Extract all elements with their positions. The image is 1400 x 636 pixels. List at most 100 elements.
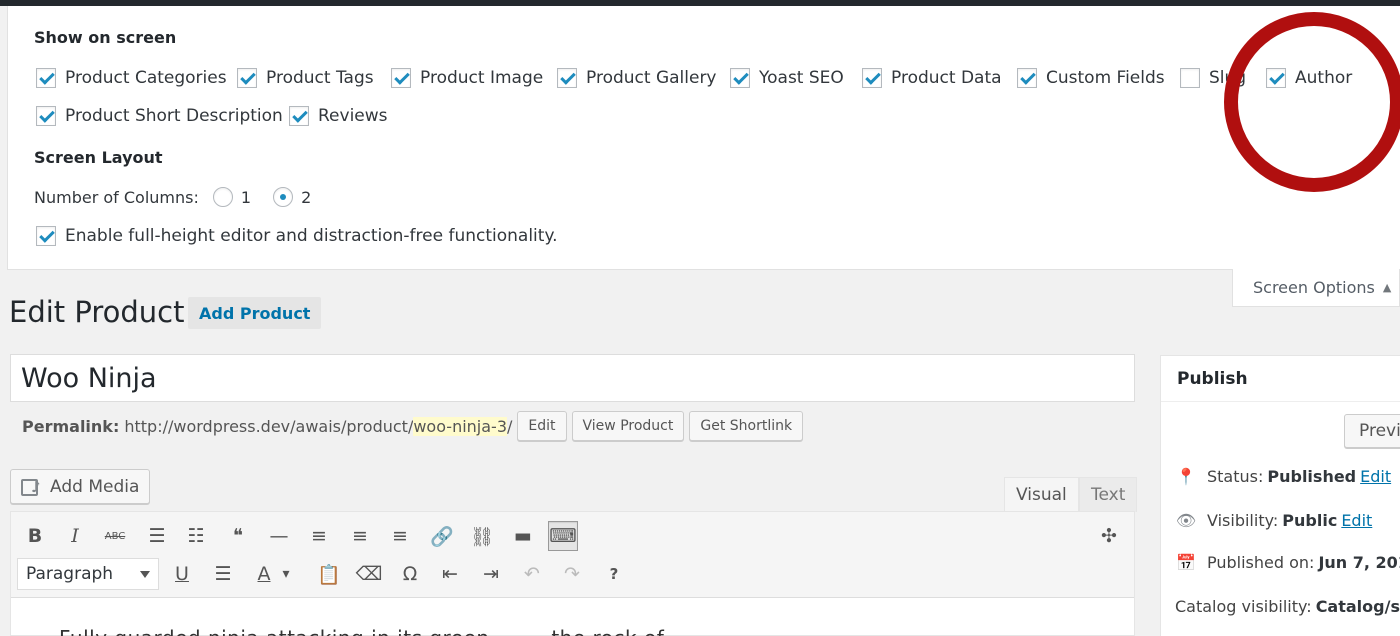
checkbox-label: Product Categories bbox=[65, 68, 227, 88]
numbered-list-icon[interactable]: ☷ bbox=[181, 521, 211, 551]
paste-text-icon[interactable]: 📋 bbox=[314, 559, 344, 589]
permalink-trailing: / bbox=[507, 416, 513, 436]
align-right-icon[interactable]: ≡ bbox=[385, 521, 415, 551]
bullet-list-icon[interactable]: ☰ bbox=[142, 521, 172, 551]
checkbox-product-short-description[interactable]: Product Short Description bbox=[36, 105, 283, 127]
checkbox-custom-fields[interactable]: Custom Fields bbox=[1017, 67, 1165, 89]
horizontal-line-icon[interactable]: — bbox=[264, 521, 294, 551]
align-center-icon[interactable]: ≡ bbox=[345, 521, 375, 551]
pin-icon: 📍 bbox=[1176, 467, 1196, 486]
add-media-button[interactable]: Add Media bbox=[10, 469, 151, 504]
checkbox-product-data[interactable]: Product Data bbox=[862, 67, 1002, 89]
text-color-icon[interactable]: A bbox=[249, 559, 279, 589]
publish-box: Publish Previe 📍 Status: Published Edit … bbox=[1160, 355, 1400, 636]
published-value: Jun 7, 2013 bbox=[1318, 553, 1400, 572]
text-color-dropdown-icon[interactable]: ▾ bbox=[279, 559, 293, 589]
annotation-circle bbox=[1224, 12, 1400, 192]
screen-layout-heading: Screen Layout bbox=[34, 148, 163, 167]
media-icon bbox=[21, 477, 43, 497]
visibility-row: 👁 Visibility: Public Edit bbox=[1175, 511, 1372, 530]
checkbox-box[interactable] bbox=[391, 68, 411, 88]
catalog-visibility-row: Catalog visibility: Catalog/sea bbox=[1175, 597, 1400, 616]
columns-label: Number of Columns: bbox=[34, 187, 199, 207]
outdent-icon[interactable]: ⇤ bbox=[435, 559, 465, 589]
checkbox-box[interactable] bbox=[1180, 68, 1200, 88]
arrow-up-icon: ▲ bbox=[1382, 281, 1392, 294]
publish-heading: Publish bbox=[1161, 356, 1400, 402]
screen-options-tab[interactable]: Screen Options ▲ bbox=[1232, 269, 1400, 307]
page-title: Edit Product bbox=[9, 295, 185, 329]
checkbox-box[interactable] bbox=[1017, 68, 1037, 88]
calendar-icon: 📅 bbox=[1176, 553, 1196, 572]
visibility-value: Public bbox=[1282, 511, 1338, 530]
checkbox-box[interactable] bbox=[557, 68, 577, 88]
redo-icon[interactable]: ↷ bbox=[557, 559, 587, 589]
italic-icon[interactable]: I bbox=[60, 521, 90, 551]
checkbox-product-tags[interactable]: Product Tags bbox=[237, 67, 374, 89]
clear-formatting-icon[interactable]: ⌫ bbox=[354, 559, 384, 589]
checkbox-label: Yoast SEO bbox=[759, 68, 844, 88]
checkbox-label: Product Image bbox=[420, 68, 544, 88]
align-left-icon[interactable]: ≡ bbox=[304, 521, 334, 551]
indent-icon[interactable]: ⇥ bbox=[476, 559, 506, 589]
bold-icon[interactable]: B bbox=[20, 521, 50, 551]
checkbox-label: Enable full-height editor and distractio… bbox=[65, 226, 558, 246]
checkbox-yoast-seo[interactable]: Yoast SEO bbox=[730, 67, 844, 89]
checkbox-product-image[interactable]: Product Image bbox=[391, 67, 543, 89]
show-on-screen-heading: Show on screen bbox=[34, 28, 177, 47]
status-value: Published bbox=[1267, 467, 1357, 486]
columns-radio-1-label: 1 bbox=[240, 187, 252, 207]
permalink-base: http://wordpress.dev/awais/product/ bbox=[124, 416, 414, 436]
published-on-row: 📅 Published on: Jun 7, 2013 bbox=[1175, 553, 1400, 572]
permalink-edit-button[interactable]: Edit bbox=[517, 411, 567, 441]
insert-link-icon[interactable]: 🔗 bbox=[427, 521, 457, 551]
checkbox-reviews[interactable]: Reviews bbox=[289, 105, 388, 127]
remove-link-icon[interactable]: ⛓ bbox=[467, 521, 497, 551]
justify-icon[interactable]: ☰ bbox=[208, 559, 238, 589]
strikethrough-icon[interactable]: ABC bbox=[100, 521, 130, 551]
checkbox-label: Product Data bbox=[891, 68, 1002, 88]
undo-icon[interactable]: ↶ bbox=[517, 559, 547, 589]
checkbox-label: Product Tags bbox=[266, 68, 374, 88]
checkbox-label: Product Short Description bbox=[65, 106, 283, 126]
format-select[interactable]: Paragraph bbox=[17, 558, 159, 590]
post-title-input[interactable]: Woo Ninja bbox=[10, 354, 1135, 402]
checkbox-box[interactable] bbox=[237, 68, 257, 88]
checkbox-label: Product Gallery bbox=[586, 68, 717, 88]
permalink-slug[interactable]: woo-ninja-3 bbox=[413, 416, 507, 436]
tab-visual[interactable]: Visual bbox=[1004, 477, 1079, 512]
visibility-label: Visibility: bbox=[1207, 511, 1279, 530]
visibility-edit-link[interactable]: Edit bbox=[1341, 511, 1372, 530]
catalog-value: Catalog/sea bbox=[1315, 597, 1400, 616]
editor-content[interactable]: Fully guarded ninja attacking in its gre… bbox=[59, 626, 664, 636]
tab-text[interactable]: Text bbox=[1079, 477, 1138, 512]
status-edit-link[interactable]: Edit bbox=[1360, 467, 1391, 486]
columns-radio-1[interactable] bbox=[212, 187, 233, 207]
screen-options-tab-label: Screen Options bbox=[1253, 278, 1375, 297]
editor-toolbar: B I ABC ☰ ☷ ❝ — ≡ ≡ ≡ 🔗 ⛓ ▬ ⌨ Paragraph U ☰ A ▾ 📋 ⌫ Ω ⇤ ⇥ ↶ ↷? … bbox=[11, 512, 1134, 598]
preview-button[interactable]: Previe bbox=[1344, 414, 1400, 448]
help-icon[interactable]: ? bbox=[599, 559, 629, 589]
columns-radio-2[interactable] bbox=[273, 187, 294, 207]
checkbox-box[interactable] bbox=[862, 68, 882, 88]
checkbox-box[interactable] bbox=[289, 106, 309, 126]
add-product-button[interactable]: Add Product bbox=[188, 297, 322, 329]
checkbox-box[interactable] bbox=[730, 68, 750, 88]
blockquote-icon[interactable]: ❝ bbox=[223, 521, 253, 551]
checkbox-box[interactable] bbox=[36, 106, 56, 126]
view-product-button[interactable]: View Product bbox=[571, 411, 685, 441]
checkbox-box[interactable] bbox=[36, 68, 56, 88]
catalog-label: Catalog visibility: bbox=[1175, 597, 1312, 616]
checkbox-full-height-editor[interactable]: Enable full-height editor and distractio… bbox=[36, 225, 558, 247]
permalink-row: Permalink: http://wordpress.dev/awais/pr… bbox=[22, 411, 804, 441]
toolbar-toggle-icon[interactable]: ⌨ bbox=[548, 521, 578, 551]
underline-icon[interactable]: U bbox=[167, 559, 197, 589]
read-more-icon[interactable]: ▬ bbox=[508, 521, 538, 551]
special-character-icon[interactable]: Ω bbox=[395, 559, 425, 589]
checkbox-product-gallery[interactable]: Product Gallery bbox=[557, 67, 717, 89]
format-select-value: Paragraph bbox=[26, 564, 114, 584]
checkbox-product-categories[interactable]: Product Categories bbox=[36, 67, 227, 89]
fullscreen-icon[interactable]: ✣ bbox=[1094, 521, 1124, 551]
get-shortlink-button[interactable]: Get Shortlink bbox=[689, 411, 804, 441]
checkbox-box[interactable] bbox=[36, 226, 56, 246]
